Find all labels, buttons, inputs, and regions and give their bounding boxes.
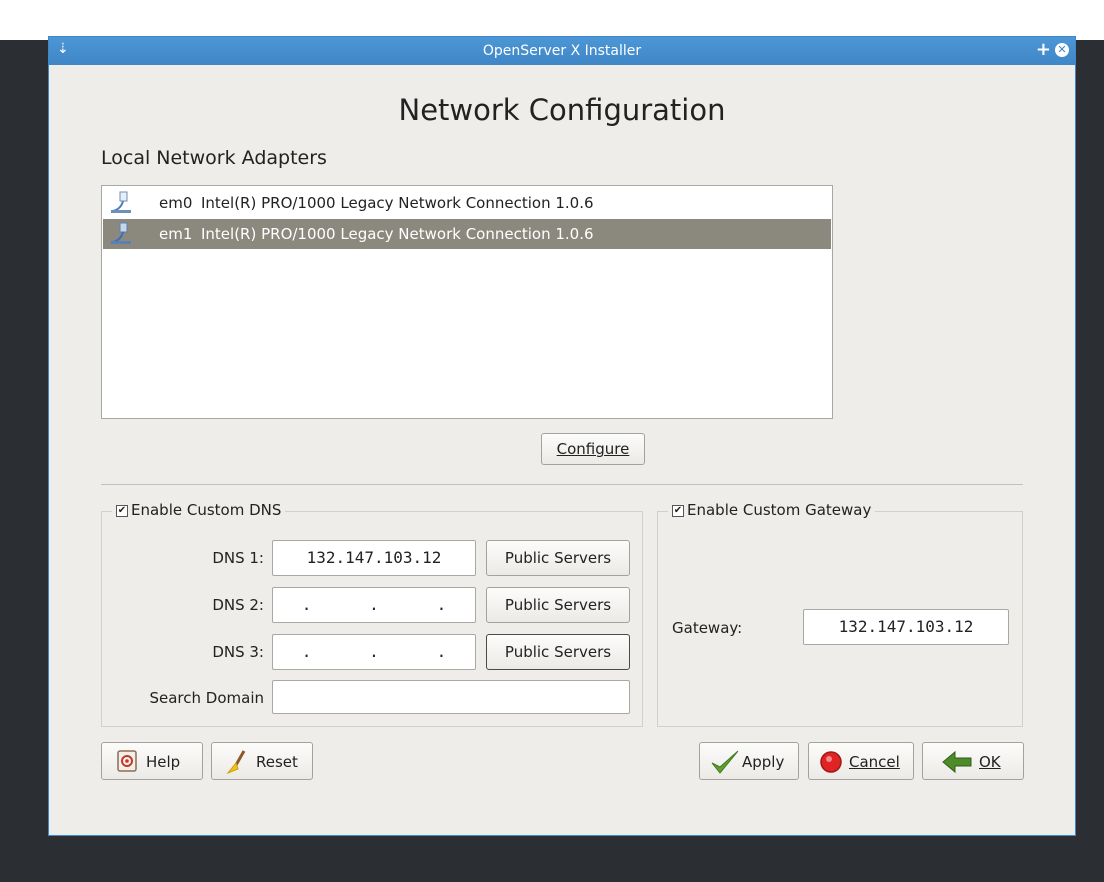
configure-button[interactable]: Configure	[541, 433, 645, 465]
enable-gateway-label: Enable Custom Gateway	[687, 501, 872, 519]
section-divider	[101, 484, 1023, 485]
apply-label: Apply	[742, 753, 785, 771]
dns2-label: DNS 2:	[212, 596, 264, 614]
network-adapter-icon	[109, 191, 133, 219]
window-titlebar[interactable]: ⇣ OpenServer X Installer + ✕	[49, 37, 1075, 65]
dns2-public-servers-button[interactable]: Public Servers	[486, 587, 630, 623]
dns3-field[interactable]: . . .	[272, 634, 476, 670]
checkbox-check-icon: ✔	[672, 504, 684, 517]
close-icon[interactable]: ✕	[1055, 43, 1069, 57]
installer-window: ⇣ OpenServer X Installer + ✕ Network Con…	[48, 36, 1076, 836]
adapter-description: Intel(R) PRO/1000 Legacy Network Connect…	[201, 194, 594, 212]
adapters-section-title: Local Network Adapters	[101, 147, 327, 169]
reset-button[interactable]: Reset	[211, 742, 313, 780]
adapter-row-em0[interactable]: em0 Intel(R) PRO/1000 Legacy Network Con…	[103, 188, 831, 218]
page-title: Network Configuration	[398, 93, 726, 127]
dns1-public-servers-button[interactable]: Public Servers	[486, 540, 630, 576]
gateway-label: Gateway:	[672, 619, 743, 637]
broom-icon	[224, 749, 250, 779]
dns3-public-servers-button[interactable]: Public Servers	[486, 634, 630, 670]
ok-arrow-icon	[941, 748, 975, 778]
checkbox-check-icon: ✔	[116, 504, 128, 517]
desktop-background	[0, 0, 1104, 40]
search-domain-label: Search Domain	[149, 689, 264, 707]
adapter-description: Intel(R) PRO/1000 Legacy Network Connect…	[201, 225, 594, 243]
enable-dns-label: Enable Custom DNS	[131, 501, 282, 519]
window-title: OpenServer X Installer	[482, 43, 642, 59]
ok-button[interactable]: OK	[922, 742, 1024, 780]
dns3-label: DNS 3:	[212, 643, 264, 661]
dns1-label: DNS 1:	[212, 549, 264, 567]
dns-groupbox: ✔ Enable Custom DNS DNS 1: 132.147.103.12…	[101, 501, 643, 727]
adapter-list[interactable]: em0 Intel(R) PRO/1000 Legacy Network Con…	[101, 185, 833, 419]
gateway-groupbox: ✔ Enable Custom Gateway Gateway: 132.147.…	[657, 501, 1023, 727]
checkmark-icon	[710, 749, 740, 779]
enable-dns-checkbox[interactable]: ✔ Enable Custom DNS	[112, 501, 286, 519]
reset-label: Reset	[256, 753, 298, 771]
stop-icon	[819, 750, 843, 778]
dns2-field[interactable]: . . .	[272, 587, 476, 623]
enable-gateway-checkbox[interactable]: ✔ Enable Custom Gateway	[668, 501, 876, 519]
search-domain-field[interactable]	[272, 680, 630, 714]
configure-label: Configure	[556, 440, 630, 458]
cancel-label: Cancel	[849, 753, 900, 771]
dns1-field[interactable]: 132.147.103.12	[272, 540, 476, 576]
cancel-button[interactable]: Cancel	[808, 742, 914, 780]
adapter-name: em1	[159, 225, 193, 243]
help-icon	[116, 749, 138, 777]
ok-label: OK	[979, 753, 1001, 771]
gateway-field[interactable]: 132.147.103.12	[803, 609, 1009, 645]
help-label: Help	[146, 753, 181, 771]
adapter-name: em0	[159, 194, 193, 212]
adapter-row-em1[interactable]: em1 Intel(R) PRO/1000 Legacy Network Con…	[103, 219, 831, 249]
apply-button[interactable]: Apply	[699, 742, 799, 780]
help-button[interactable]: Help	[101, 742, 203, 780]
network-adapter-icon	[109, 222, 133, 250]
keep-above-icon[interactable]: +	[1036, 39, 1051, 60]
